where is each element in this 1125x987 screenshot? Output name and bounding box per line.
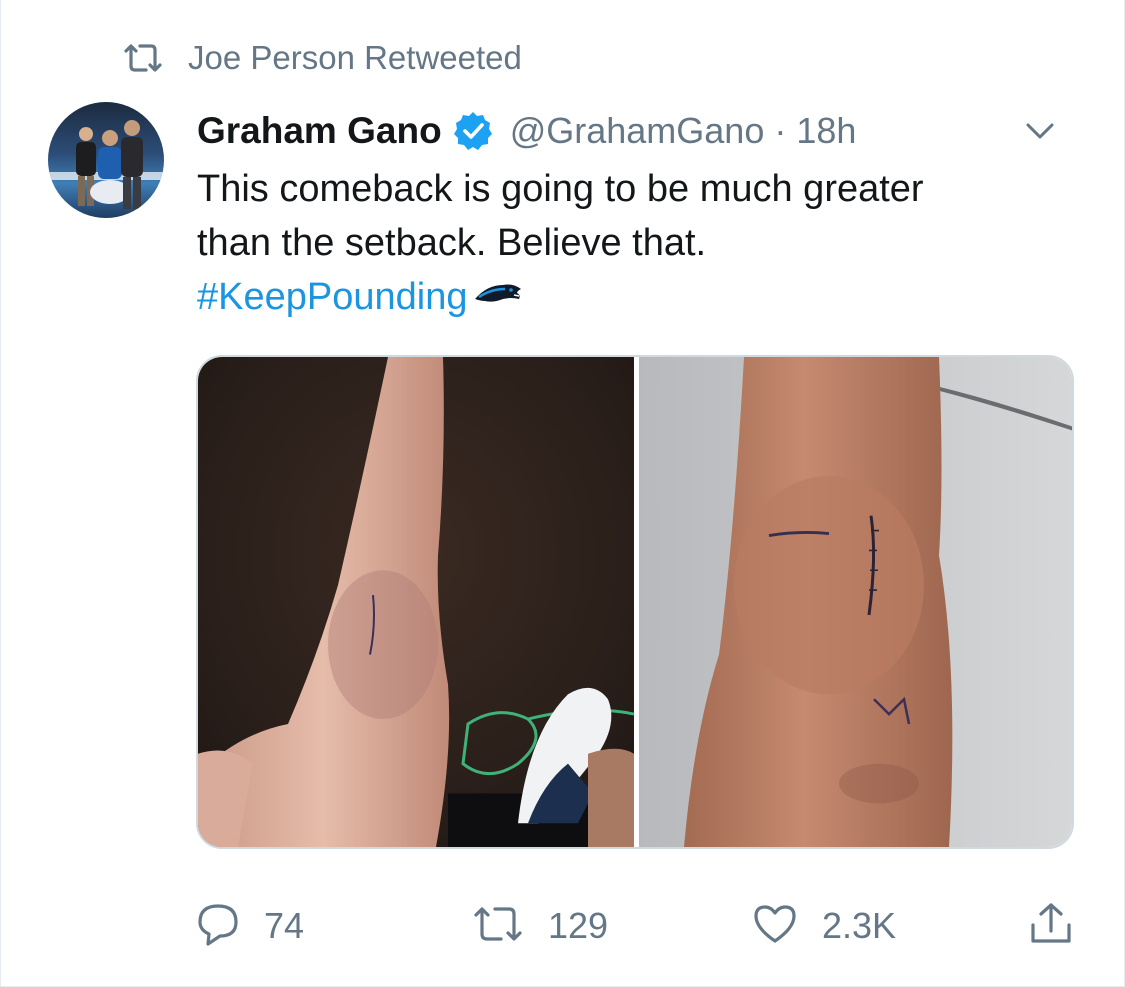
tweet-text-line-2: than the setback. Believe that. (197, 222, 707, 264)
avatar[interactable] (48, 102, 164, 218)
reply-icon[interactable] (196, 902, 240, 951)
separator-dot: · (774, 110, 787, 151)
author-handle[interactable]: @GrahamGano (510, 110, 765, 152)
tweet-actions: 74 129 2.3K (196, 900, 1076, 952)
photo-knee-closeup[interactable] (639, 357, 1072, 847)
retweet-context: Joe Person Retweeted (122, 36, 522, 80)
panthers-hashflag-icon (473, 270, 523, 324)
hashtag-link[interactable]: #KeepPounding (197, 270, 467, 324)
tweet-timestamp[interactable]: 18h (796, 110, 856, 152)
heart-icon[interactable] (752, 903, 798, 950)
author-name[interactable]: Graham Gano (197, 110, 442, 152)
retweet-icon (122, 42, 164, 74)
tweet-text-line-1: This comeback is going to be much greate… (197, 168, 924, 210)
chevron-down-icon[interactable] (1023, 114, 1057, 153)
retweet-icon[interactable] (472, 904, 524, 949)
verified-badge-icon (452, 110, 494, 152)
tweet-media[interactable] (196, 355, 1074, 849)
reply-count: 74 (264, 905, 305, 946)
share-icon[interactable] (1028, 901, 1074, 952)
tweet-text: This comeback is going to be much greate… (197, 162, 1077, 324)
reply-action[interactable]: 74 (196, 900, 304, 952)
like-count: 2.3K (822, 905, 897, 946)
share-action[interactable] (1028, 900, 1074, 952)
photo-leg-stitches[interactable] (198, 357, 634, 847)
retweet-context-label[interactable]: Joe Person Retweeted (188, 39, 522, 77)
tweet-header: Graham Gano @GrahamGano · 18h (197, 106, 1085, 156)
like-action[interactable]: 2.3K (752, 900, 896, 952)
retweet-count: 129 (548, 905, 609, 946)
retweet-action[interactable]: 129 (472, 900, 608, 952)
